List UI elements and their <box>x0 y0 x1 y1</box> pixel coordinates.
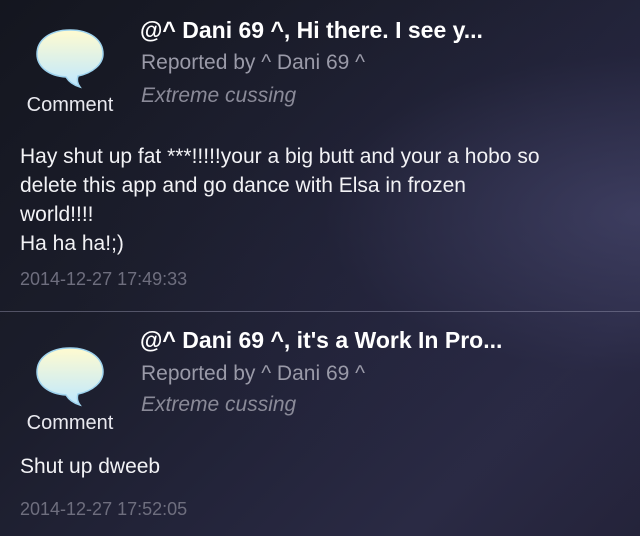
body-line: world!!!! <box>20 203 94 226</box>
report-timestamp: 2014-12-27 17:52:05 <box>20 499 188 519</box>
speech-bubble-icon <box>36 347 104 407</box>
body-line: delete this app and go dance with Elsa i… <box>20 174 466 197</box>
divider <box>0 311 640 312</box>
report-category: Extreme cussing <box>141 393 297 416</box>
report-body: Shut up dweeb <box>20 452 630 481</box>
comment-type-indicator: Comment <box>20 20 120 120</box>
comment-type-indicator: Comment <box>20 338 120 438</box>
reported-by: Reported by ^ Dani 69 ^ <box>141 51 365 74</box>
report-title: @^ Dani 69 ^, Hi there. I see y... <box>140 17 483 43</box>
report-category: Extreme cussing <box>141 84 297 107</box>
report-title: @^ Dani 69 ^, it's a Work In Pro... <box>140 327 503 353</box>
comment-label: Comment <box>26 94 114 116</box>
report-item[interactable]: Comment @^ Dani 69 ^, Hi there. I see y.… <box>0 0 640 312</box>
body-line: Hay shut up fat ***!!!!!your a big butt … <box>20 145 540 168</box>
report-timestamp: 2014-12-27 17:49:33 <box>20 269 188 289</box>
report-body: Hay shut up fat ***!!!!!your a big butt … <box>20 142 630 258</box>
reported-by: Reported by ^ Dani 69 ^ <box>141 362 365 385</box>
comment-label: Comment <box>26 412 114 434</box>
report-item[interactable]: Comment @^ Dani 69 ^, it's a Work In Pro… <box>0 313 640 536</box>
speech-bubble-icon <box>36 29 104 89</box>
body-line: Shut up dweeb <box>20 455 161 478</box>
body-line: Ha ha ha!;) <box>20 232 124 255</box>
